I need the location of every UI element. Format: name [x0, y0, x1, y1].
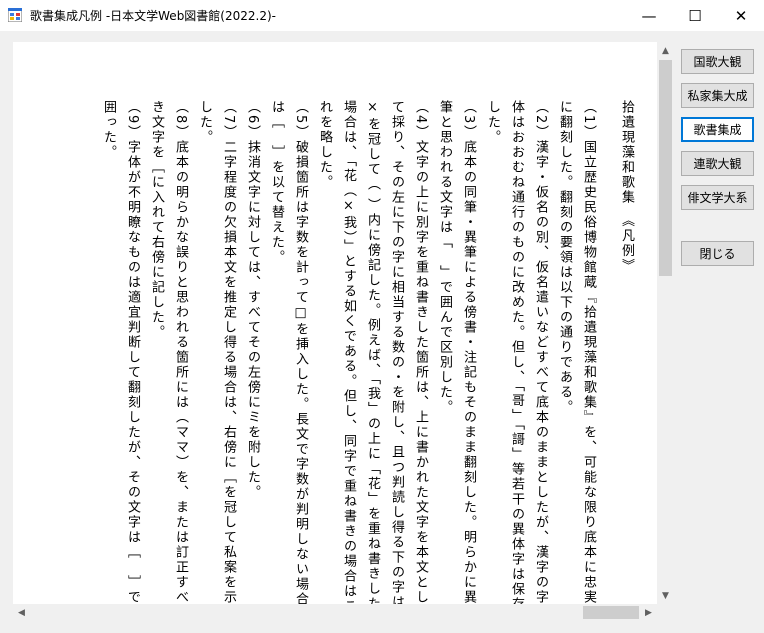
close-button[interactable]: 閉じる: [681, 241, 754, 266]
vertical-scroll-thumb[interactable]: [659, 60, 672, 276]
title-bar: 歌書集成凡例 -日本文学Web図書館(2022.2)- — ☐ ✕: [0, 0, 764, 31]
scrollbar-corner: [657, 604, 674, 621]
list-item: （8）底本の明らかな誤りと思われる箇所には（ママ）を、または訂正すべき文字を［に…: [149, 100, 188, 604]
scroll-down-icon[interactable]: ▼: [657, 587, 674, 604]
document-heading: 拾遺現藻和歌集 《凡例》: [619, 100, 634, 274]
scroll-up-icon[interactable]: ▲: [657, 42, 674, 59]
list-item: （5）破損箇所は字数を計って□を挿入した。長文で字数が判明しない場合は［ ］を以…: [269, 100, 308, 604]
document-view[interactable]: 拾遺現藻和歌集 《凡例》 （1）国立歴史民俗博物館蔵『拾遺現藻和歌集』を、可能な…: [13, 42, 657, 604]
horizontal-scrollbar[interactable]: ◀ ▶: [13, 604, 657, 621]
close-window-button[interactable]: ✕: [718, 0, 764, 31]
list-item: （7）二字程度の欠損本文を推定し得る場合は、右傍に［を冠して私案を示した。: [197, 100, 236, 604]
list-item: （9）字体が不明瞭なものは適宜判断して翻刻したが、その文字は［ ］で囲った。: [101, 100, 140, 604]
window-title: 歌書集成凡例 -日本文学Web図書館(2022.2)-: [30, 9, 276, 23]
haibungaku-taikei-button[interactable]: 俳文学大系: [681, 185, 754, 210]
scroll-left-icon[interactable]: ◀: [13, 604, 30, 621]
kasho-shusei-button[interactable]: 歌書集成: [681, 117, 754, 142]
maximize-button[interactable]: ☐: [672, 0, 718, 31]
list-item: （3）底本の同筆・異筆による傍書・注記もそのまま翻刻した。明らかに異筆と思われる…: [437, 100, 476, 604]
minimize-button[interactable]: —: [626, 0, 672, 31]
scroll-right-icon[interactable]: ▶: [640, 604, 657, 621]
renga-taikan-button[interactable]: 連歌大観: [681, 151, 754, 176]
shikashu-taisei-button[interactable]: 私家集大成: [681, 83, 754, 108]
app-icon: [8, 8, 22, 22]
vertical-scrollbar[interactable]: ▲ ▼: [657, 42, 674, 604]
list-item: （2）漢字・仮名の別、仮名遣いなどすべて底本のままとしたが、漢字の字体はおおむね…: [485, 100, 548, 604]
vertical-text: 拾遺現藻和歌集 《凡例》 （1）国立歴史民俗博物館蔵『拾遺現藻和歌集』を、可能な…: [96, 100, 638, 604]
list-item: （6）抹消文字に対しては、すべてその左傍にミを附した。: [245, 100, 260, 501]
horizontal-scroll-thumb[interactable]: [583, 606, 639, 619]
list-item: （4）文字の上に別字を重ね書きした箇所は、上に書かれた文字を本文として採り、その…: [317, 100, 428, 604]
kokka-taikan-button[interactable]: 国歌大観: [681, 49, 754, 74]
list-item: （1）国立歴史民俗博物館蔵『拾遺現藻和歌集』を、可能な限り底本に忠実に翻刻した。…: [557, 100, 596, 604]
